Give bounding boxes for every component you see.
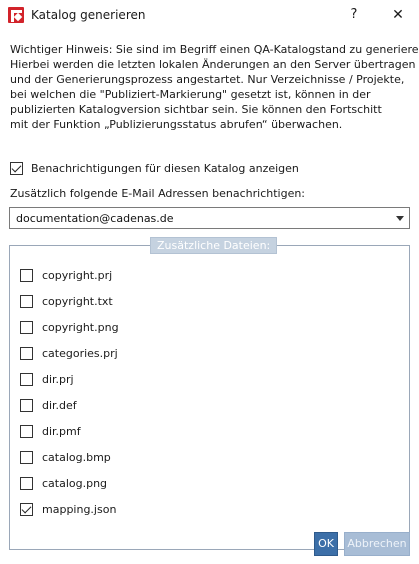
file-item[interactable]: copyright.txt: [20, 288, 400, 314]
notify-checkbox-label: Benachrichtigungen für diesen Katalog an…: [31, 162, 299, 175]
file-label: dir.pmf: [42, 424, 81, 438]
file-item[interactable]: mapping.json: [20, 496, 400, 522]
notice-line: Hierbei werden die letzten lokalen Änder…: [10, 58, 416, 71]
additional-files-group: Zusätzliche Dateien: copyright.prj copyr…: [9, 237, 410, 550]
file-item[interactable]: categories.prj: [20, 340, 400, 366]
notice-line: Wichtiger Hinweis: Sie sind im Begriff e…: [10, 43, 419, 56]
help-button[interactable]: ?: [344, 5, 364, 25]
additional-files-label: Zusätzliche Dateien:: [150, 237, 278, 254]
notify-checkbox-row[interactable]: Benachrichtigungen für diesen Katalog an…: [10, 162, 299, 175]
file-checkbox[interactable]: [20, 424, 33, 438]
file-item[interactable]: dir.pmf: [20, 418, 400, 444]
file-checkbox[interactable]: [20, 372, 33, 386]
cancel-button[interactable]: Abbrechen: [344, 532, 410, 556]
file-label: dir.def: [42, 398, 77, 412]
file-label: mapping.json: [42, 502, 117, 516]
file-item[interactable]: catalog.bmp: [20, 444, 400, 470]
file-item[interactable]: copyright.prj: [20, 262, 400, 288]
file-checkbox[interactable]: [20, 450, 33, 464]
file-label: catalog.bmp: [42, 450, 111, 464]
file-checkbox[interactable]: [20, 346, 33, 360]
file-label: catalog.png: [42, 476, 108, 490]
email-combobox[interactable]: [9, 207, 410, 229]
file-item[interactable]: copyright.png: [20, 314, 400, 340]
file-checkbox[interactable]: [20, 294, 33, 308]
file-checkbox[interactable]: [20, 476, 33, 490]
file-item[interactable]: dir.def: [20, 392, 400, 418]
notice-text: Wichtiger Hinweis: Sie sind im Begriff e…: [10, 42, 419, 132]
file-checkbox[interactable]: [20, 502, 33, 516]
email-input[interactable]: [10, 208, 392, 228]
notice-line: bei welchen die "Publiziert-Markierung" …: [10, 88, 371, 101]
ok-button[interactable]: OK: [314, 532, 338, 556]
file-item[interactable]: catalog.png: [20, 470, 400, 496]
notice-line: mit der Funktion „Publizierungsstatus ab…: [10, 118, 343, 131]
file-checkbox[interactable]: [20, 398, 33, 412]
file-label: copyright.prj: [42, 268, 113, 282]
file-label: categories.prj: [42, 346, 118, 360]
file-checkbox[interactable]: [20, 268, 33, 282]
file-list: copyright.prj copyright.txt copyright.pn…: [20, 262, 400, 522]
notify-checkbox[interactable]: [10, 162, 23, 175]
file-item[interactable]: dir.prj: [20, 366, 400, 392]
notice-line: publizierten Katalogversion sichtbar sei…: [10, 103, 382, 116]
chevron-down-icon[interactable]: [391, 208, 409, 228]
notice-line: und der Generierungsprozess angestartet.…: [10, 73, 405, 86]
email-label: Zusätzlich folgende E-Mail Adressen bena…: [10, 187, 306, 200]
close-button[interactable]: ✕: [386, 5, 410, 25]
window-title: Katalog generieren: [31, 8, 146, 22]
file-checkbox[interactable]: [20, 320, 33, 334]
cadenas-logo-icon: [8, 7, 24, 23]
title-bar: Katalog generieren ? ✕: [0, 0, 419, 30]
file-label: dir.prj: [42, 372, 74, 386]
file-label: copyright.png: [42, 320, 119, 334]
file-label: copyright.txt: [42, 294, 113, 308]
